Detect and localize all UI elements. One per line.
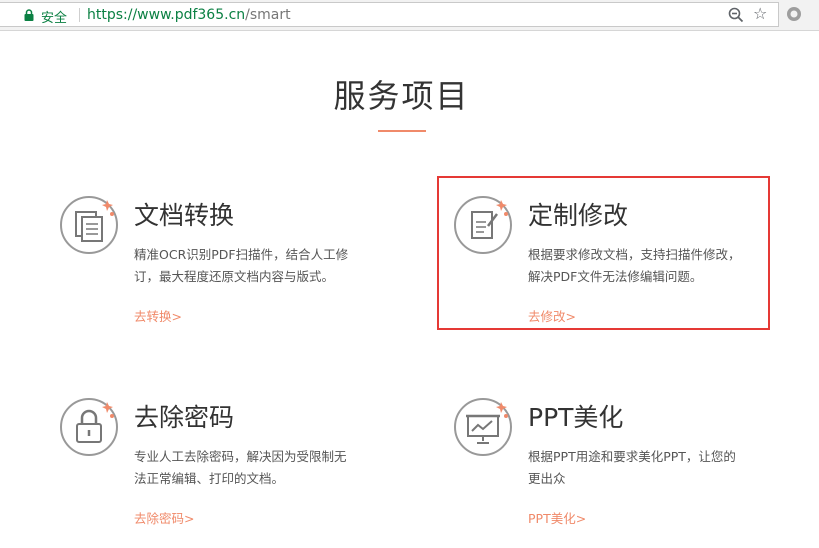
edit-link[interactable]: 去修改>	[528, 306, 576, 325]
browser-toolbar: 安全 https://www.pdf365.cn/smart ☆	[0, 0, 819, 31]
section-title: 服务项目	[333, 77, 470, 115]
lock-icon	[24, 9, 34, 21]
security-label: 安全	[41, 11, 68, 26]
service-card-conversion: 文档转换 精准OCR识别PDF扫描件，结合人工修订，最大程度还原文档内容与版式。…	[58, 186, 378, 336]
presentation-chart-icon	[454, 398, 512, 456]
separator	[79, 8, 80, 22]
address-bar[interactable]: 安全 https://www.pdf365.cn/smart ☆	[0, 2, 779, 27]
document-copy-icon	[60, 196, 118, 254]
service-card-ppt: PPT美化 根据PPT用途和要求美化PPT，让您的更出众 PPT美化>	[452, 388, 772, 538]
card-title: 去除密码	[134, 403, 235, 432]
extension-icon[interactable]	[786, 6, 802, 22]
url-host: https://www.pdf365.cn	[87, 7, 246, 23]
card-description: 精准OCR识别PDF扫描件，结合人工修订，最大程度还原文档内容与版式。	[134, 247, 349, 284]
bookmark-star-icon[interactable]: ☆	[753, 5, 767, 23]
ppt-beautify-link[interactable]: PPT美化>	[528, 508, 586, 527]
zoom-icon[interactable]	[728, 7, 744, 23]
card-description: 专业人工去除密码，解决因为受限制无法正常编辑、打印的文档。	[134, 449, 347, 486]
service-card-editing: 定制修改 根据要求修改文档，支持扫描件修改，解决PDF文件无法修编辑问题。 去修…	[452, 186, 772, 336]
convert-link[interactable]: 去转换>	[134, 306, 182, 325]
title-underline	[378, 130, 426, 132]
service-card-password-removal: 去除密码 专业人工去除密码，解决因为受限制无法正常编辑、打印的文档。 去除密码>	[58, 388, 378, 538]
card-description: 根据PPT用途和要求美化PPT，让您的更出众	[528, 449, 736, 486]
card-description: 根据要求修改文档，支持扫描件修改，解决PDF文件无法修编辑问题。	[528, 247, 741, 284]
url-path: /smart	[245, 7, 291, 23]
remove-password-link[interactable]: 去除密码>	[134, 508, 194, 527]
card-title: PPT美化	[528, 403, 624, 432]
card-title: 文档转换	[134, 201, 235, 230]
lock-icon	[60, 398, 118, 456]
edit-document-icon	[454, 196, 512, 254]
card-title: 定制修改	[528, 201, 629, 230]
url-text[interactable]: https://www.pdf365.cn/smart	[87, 7, 291, 23]
